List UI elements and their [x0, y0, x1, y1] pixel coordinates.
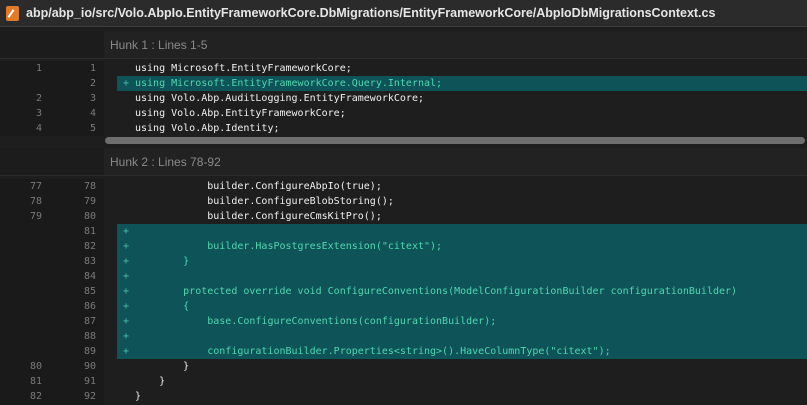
added-marker: + [123, 241, 130, 252]
added-marker: + [123, 271, 130, 282]
code-text: using Volo.Abp.AuditLogging.EntityFramew… [135, 93, 424, 104]
new-line-number: 90 [83, 361, 96, 372]
diff-line-context: 77 78 builder.ConfigureAbpIo(true); [0, 179, 807, 194]
code-text: builder.HasPostgresExtension("citext"); [135, 241, 443, 252]
diff-line-context: 82 92} [0, 389, 807, 404]
added-marker: + [123, 346, 130, 357]
added-marker: + [123, 78, 130, 89]
old-line-number: 3 [35, 108, 42, 119]
diff-line-context: 3 4 using Volo.Abp.EntityFrameworkCore; [0, 106, 807, 121]
added-marker: + [123, 286, 130, 297]
diff-line-added: 83 + } [0, 254, 807, 269]
new-line-number: 89 [83, 346, 96, 357]
new-line-number: 78 [83, 181, 96, 192]
code-text: } [135, 361, 190, 372]
diff-line-context: 81 91 } [0, 374, 807, 389]
added-marker: + [123, 331, 130, 342]
added-marker: + [123, 301, 130, 312]
file-path: abp/abp_io/src/Volo.AbpIo.EntityFramewor… [26, 6, 716, 20]
code-text: { [135, 301, 190, 312]
old-line-number: 82 [29, 391, 42, 402]
new-line-number: 81 [83, 226, 96, 237]
new-line-number: 87 [83, 316, 96, 327]
new-line-number: 4 [89, 108, 96, 119]
code-text: protected override void ConfigureConvent… [135, 286, 738, 297]
code-text: } [135, 256, 190, 267]
new-line-number: 88 [83, 331, 96, 342]
added-marker: + [123, 226, 130, 237]
code-text: base.ConfigureConventions(configurationB… [135, 316, 497, 327]
code-text: builder.ConfigureAbpIo(true); [135, 181, 382, 192]
code-text: using Microsoft.EntityFrameworkCore; [135, 63, 352, 74]
new-line-number: 79 [83, 196, 96, 207]
added-marker: + [123, 256, 130, 267]
diff-line-added: 87 + base.ConfigureConventions(configurat… [0, 314, 807, 329]
code-text: builder.ConfigureBlobStoring(); [135, 196, 394, 207]
diff-line-added: 85 + protected override void ConfigureCon… [0, 284, 807, 299]
new-line-number: 82 [83, 241, 96, 252]
new-line-number: 86 [83, 301, 96, 312]
new-line-number: 84 [83, 271, 96, 282]
new-line-number: 5 [89, 123, 96, 134]
old-line-number: 78 [29, 196, 42, 207]
scrollbar-thumb[interactable] [105, 137, 805, 144]
old-line-number: 80 [29, 361, 42, 372]
swift-file-icon [6, 5, 19, 21]
diff-line-context: 2 3 using Volo.Abp.AuditLogging.EntityFram… [0, 91, 807, 106]
code-text: } [135, 376, 166, 387]
new-line-number: 91 [83, 376, 96, 387]
hunk-title: Hunk 1 : Lines 1-5 [110, 38, 208, 52]
new-line-number: 92 [83, 391, 96, 402]
new-line-number: 2 [89, 78, 96, 89]
code-text: configurationBuilder.Properties<string>(… [135, 346, 611, 357]
old-line-number: 79 [29, 211, 42, 222]
added-marker: + [123, 316, 130, 327]
code-text: using Volo.Abp.EntityFrameworkCore; [135, 108, 346, 119]
horizontal-scrollbar[interactable] [104, 135, 807, 146]
new-line-number: 85 [83, 286, 96, 297]
old-line-number: 1 [35, 63, 42, 74]
diff-line-context: 78 79 builder.ConfigureBlobStoring(); [0, 194, 807, 209]
code-text: } [135, 391, 142, 402]
diff-line-added: 88 + [0, 329, 807, 344]
hunk-header[interactable]: Hunk 2 : Lines 78-92 [0, 148, 807, 176]
hunk-header[interactable]: Hunk 1 : Lines 1-5 [0, 31, 807, 59]
title-bar: abp/abp_io/src/Volo.AbpIo.EntityFramewor… [0, 0, 807, 27]
diff-line-added: 2 + using Microsoft.EntityFrameworkCore.Qu… [0, 76, 807, 91]
new-line-number: 3 [89, 93, 96, 104]
new-line-number: 80 [83, 211, 96, 222]
hunk-title: Hunk 2 : Lines 78-92 [110, 155, 221, 169]
hunk-diff: 77 78 builder.ConfigureAbpIo(true); 78 79 b… [0, 179, 807, 405]
diff-line-context: 79 80 builder.ConfigureCmsKitPro(); [0, 209, 807, 224]
old-line-number: 81 [29, 376, 42, 387]
old-line-number: 4 [35, 123, 42, 134]
diff-line-context: 80 90 } [0, 359, 807, 374]
old-line-number: 2 [35, 93, 42, 104]
diff-line-added: 84 + [0, 269, 807, 284]
diff-line-context: 4 5 using Volo.Abp.Identity; [0, 121, 807, 136]
diff-line-context: 1 1 using Microsoft.EntityFrameworkCore; [0, 61, 807, 76]
code-text: builder.ConfigureCmsKitPro(); [135, 211, 382, 222]
old-line-number: 77 [29, 181, 42, 192]
diff-line-added: 89 + configurationBuilder.Properties<stri… [0, 344, 807, 359]
diff-line-added: 86 + { [0, 299, 807, 314]
diff-line-added: 81 + [0, 224, 807, 239]
new-line-number: 1 [89, 63, 96, 74]
new-line-number: 83 [83, 256, 96, 267]
hunk-diff: 1 1 using Microsoft.EntityFrameworkCore; 2 +… [0, 61, 807, 136]
diff-line-added: 82 + builder.HasPostgresExtension("citext… [0, 239, 807, 254]
code-text: using Volo.Abp.Identity; [135, 123, 280, 134]
code-text: using Microsoft.EntityFrameworkCore.Quer… [135, 78, 443, 89]
